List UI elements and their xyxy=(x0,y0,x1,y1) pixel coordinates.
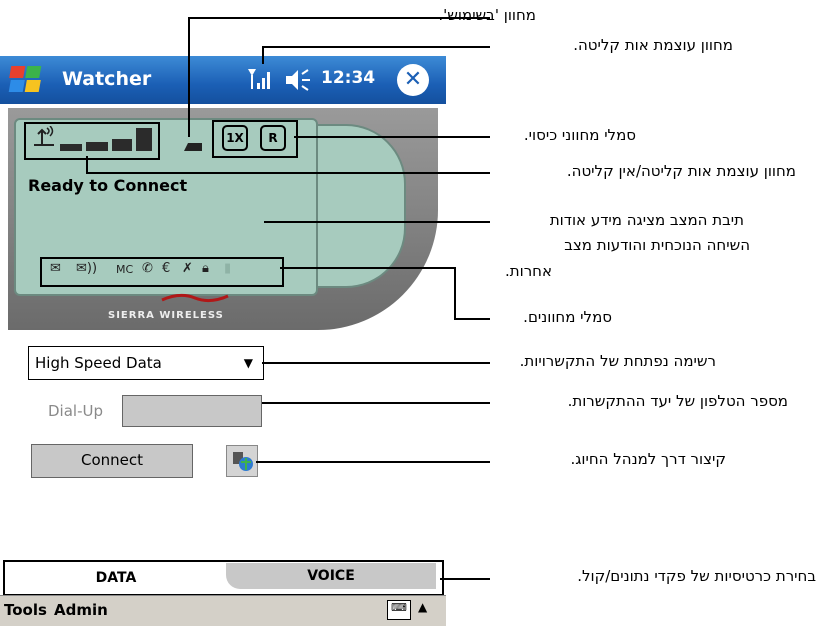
callout-status-line2: השיחה הנוכחית והודעות מצב xyxy=(564,236,750,254)
callout-line xyxy=(188,17,190,137)
connection-dropdown[interactable]: High Speed Data ▼ xyxy=(28,346,264,380)
callout-line xyxy=(256,461,490,463)
sierra-logo-icon xyxy=(161,293,229,303)
callout-line xyxy=(86,172,490,174)
chevron-up-icon[interactable]: ▲ xyxy=(418,600,427,614)
callout-signal-strength: מחוון עוצמת אות קליטה. xyxy=(573,36,733,54)
callout-phone: מספר הטלפון של יעד ההתקשרות. xyxy=(567,392,788,410)
menu-tools[interactable]: Tools xyxy=(4,601,47,619)
signal-bar xyxy=(60,144,82,151)
title-bar: Watcher xyxy=(0,56,446,104)
callout-in-use: מחוון 'בשימוש'. xyxy=(438,6,536,24)
signal-strength-icon xyxy=(248,69,270,89)
callout-line xyxy=(262,46,490,48)
call-forward-icon: ✆ xyxy=(142,261,153,276)
callout-tabs: בחירת כרטיסיות של פקדי נתונים/קול. xyxy=(577,567,816,585)
tab-voice[interactable]: VOICE xyxy=(226,563,436,589)
euro-icon: € xyxy=(162,261,171,276)
roaming-r-icon: R xyxy=(260,125,286,151)
mail-icon: ✉ xyxy=(50,261,61,276)
callout-line xyxy=(262,46,264,64)
lcd-extension xyxy=(314,124,406,288)
callout-status-line1: תיבת המצב מציגה מידע אודות xyxy=(549,211,744,229)
1x-icon: 1X xyxy=(222,125,248,151)
signal-dim-icon: ▮ xyxy=(224,261,232,276)
speaker-icon[interactable] xyxy=(284,68,312,92)
missed-call-icon: MC xyxy=(116,263,134,276)
lock-icon: 🔒︎ xyxy=(202,261,209,276)
callout-billing: קיצור דרך למנהל החיוג. xyxy=(570,450,726,468)
menu-admin[interactable]: Admin xyxy=(54,601,108,619)
close-button[interactable]: ✕ xyxy=(397,64,429,96)
dial-manager-icon[interactable] xyxy=(226,445,258,477)
signal-bar xyxy=(86,142,108,151)
dropdown-value: High Speed Data xyxy=(35,354,162,372)
dialup-field[interactable] xyxy=(122,395,262,427)
antenna-icon xyxy=(34,126,54,146)
callout-line xyxy=(262,362,490,364)
callout-dropdown: רשימה נפתחת של התקשרויות. xyxy=(519,352,716,370)
voicemail-icon: ✉)) xyxy=(76,261,98,276)
keyboard-icon[interactable]: ⌨ xyxy=(387,600,411,620)
tab-data[interactable]: DATA xyxy=(6,563,226,593)
callout-signal-no-signal: מחוון עוצמת אות קליטה/אין קליטה. xyxy=(566,162,796,180)
callout-line xyxy=(294,136,490,138)
menu-bar: Tools Admin xyxy=(0,595,446,626)
callout-line xyxy=(454,267,456,319)
callout-coverage: סמלי מחווני כיסוי. xyxy=(523,126,636,144)
roaming-icon: ✗ xyxy=(182,261,193,276)
windows-start-icon[interactable] xyxy=(8,62,48,98)
signal-bar xyxy=(112,139,132,151)
clock[interactable]: 12:34 xyxy=(321,68,375,88)
brand-name: SIERRA WIRELESS xyxy=(108,310,224,321)
callout-line xyxy=(264,221,490,223)
callout-line xyxy=(280,267,454,269)
callout-indicators: סמלי מחוונים. xyxy=(523,308,612,326)
callout-line xyxy=(262,402,490,404)
in-use-icon xyxy=(184,143,202,151)
dialup-label: Dial-Up xyxy=(48,402,103,420)
chevron-down-icon: ▼ xyxy=(243,356,253,370)
connection-status: Ready to Connect xyxy=(28,176,188,195)
callout-line xyxy=(454,318,490,320)
callout-status-line3: אחרות. xyxy=(504,262,552,280)
connect-button[interactable]: Connect xyxy=(31,444,193,478)
app-title: Watcher xyxy=(62,68,152,90)
callout-line xyxy=(440,578,490,580)
signal-bar xyxy=(136,128,152,151)
